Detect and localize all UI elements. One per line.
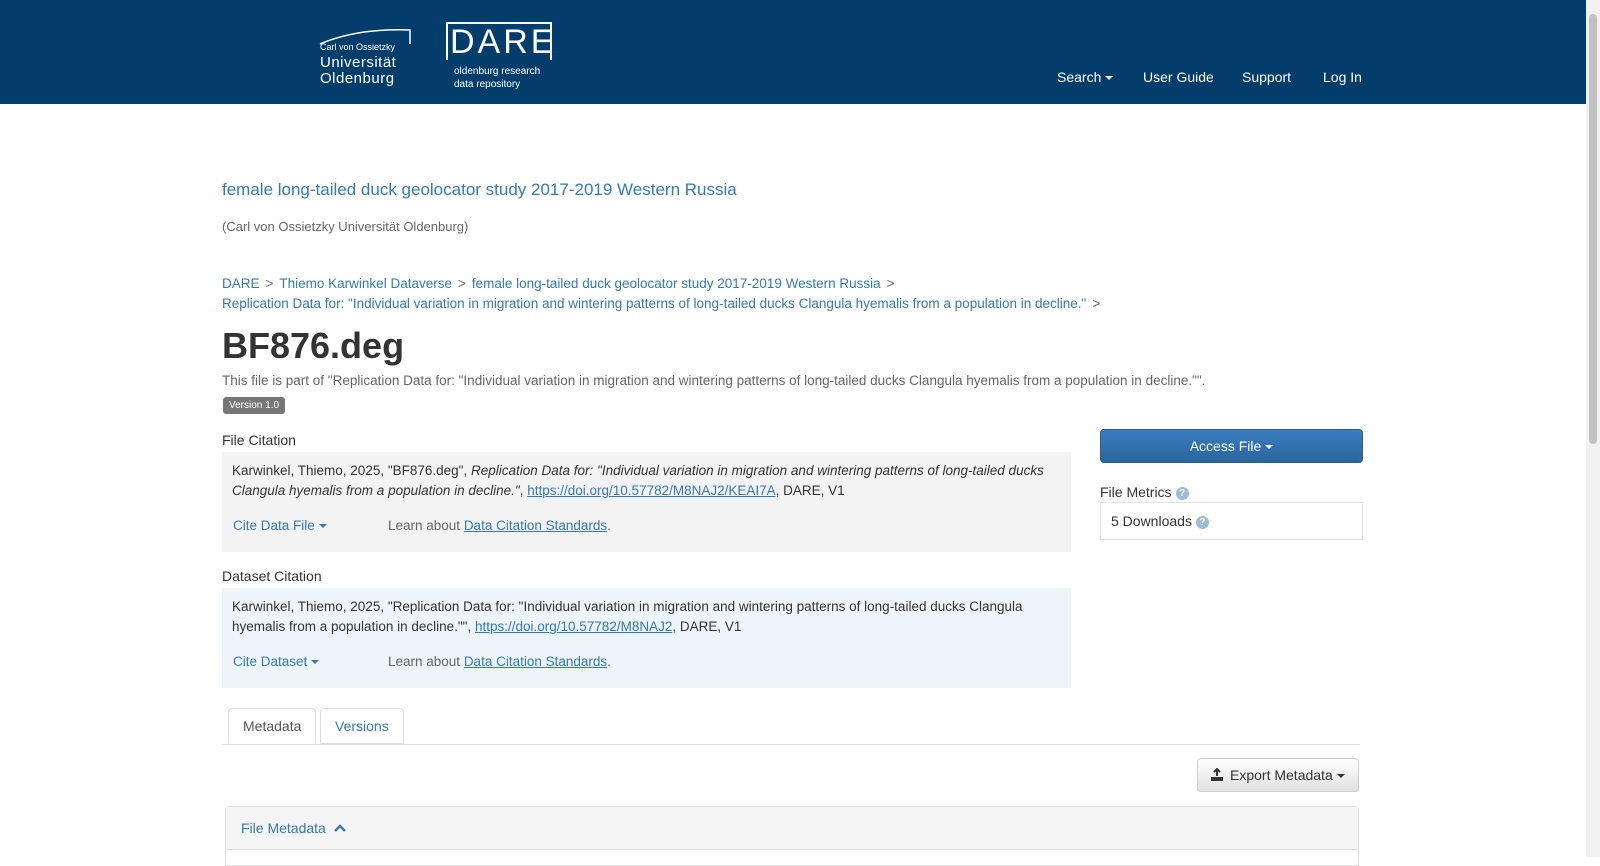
caret-down-icon <box>318 524 327 529</box>
nav-search-label: Search <box>1057 69 1102 85</box>
data-citation-standards-link[interactable]: Data Citation Standards <box>464 654 607 669</box>
breadcrumb-separator: > <box>1092 296 1101 311</box>
nav-search-dropdown[interactable]: Search <box>1057 69 1114 85</box>
dare-logo[interactable]: DARE oldenburg research data repository <box>446 22 566 92</box>
help-icon[interactable]: ? <box>1175 487 1189 500</box>
export-icon <box>1211 767 1223 781</box>
dare-logo-sub1: oldenburg research <box>454 66 541 77</box>
file-citation-box: Karwinkel, Thiemo, 2025, "BF876.deg", Re… <box>222 452 1071 552</box>
learn-about-end: . <box>607 654 611 669</box>
cite-dataset-dropdown[interactable]: Cite Dataset <box>233 654 320 669</box>
dare-logo-word: DARE <box>450 23 557 61</box>
breadcrumb-item-dataset[interactable]: Replication Data for: "Individual variat… <box>222 296 1086 311</box>
university-logo[interactable]: Carl von Ossietzky Universität Oldenburg <box>318 26 414 87</box>
page-title: BF876.deg <box>222 325 405 366</box>
chevron-up-icon <box>333 824 346 832</box>
file-citation-suffix: , DARE, V1 <box>775 483 845 498</box>
file-citation-heading: File Citation <box>222 432 296 448</box>
uni-logo-line3: Oldenburg <box>320 70 395 87</box>
navbar: Carl von Ossietzky Universität Oldenburg… <box>0 0 1586 104</box>
nav-login[interactable]: Log In <box>1323 69 1362 85</box>
cite-data-file-label: Cite Data File <box>233 518 315 533</box>
caret-down-icon <box>1265 445 1274 450</box>
dataverse-affiliation: (Carl von Ossietzky Universität Oldenbur… <box>222 219 469 234</box>
cite-data-file-dropdown[interactable]: Cite Data File <box>233 518 327 533</box>
learn-about-text: Learn about <box>388 654 464 669</box>
nav-support[interactable]: Support <box>1242 69 1291 85</box>
caret-down-icon <box>1105 76 1114 81</box>
file-learn-citation: Learn about Data Citation Standards. <box>388 518 611 533</box>
uni-logo-line2: Universität <box>320 54 397 71</box>
dataset-learn-citation: Learn about Data Citation Standards. <box>388 654 611 669</box>
dataverse-title-link[interactable]: female long-tailed duck geolocator study… <box>222 180 737 200</box>
caret-down-icon <box>311 660 320 665</box>
file-metrics-label: File Metrics <box>1100 484 1172 500</box>
dare-logo-sub2: data repository <box>454 79 521 90</box>
breadcrumb-separator: > <box>886 276 895 291</box>
learn-about-text: Learn about <box>388 518 464 533</box>
dataset-citation-doi-link[interactable]: https://doi.org/10.57782/M8NAJ2 <box>475 619 672 634</box>
file-metadata-toggle[interactable]: File Metadata <box>226 807 1358 850</box>
caret-down-icon <box>1336 774 1345 779</box>
export-metadata-button[interactable]: Export Metadata <box>1197 758 1359 792</box>
help-icon[interactable]: ? <box>1195 516 1209 529</box>
learn-about-end: . <box>607 518 611 533</box>
access-file-label: Access File <box>1189 438 1262 454</box>
file-part-of-text: This file is part of "Replication Data f… <box>222 373 1206 388</box>
downloads-count: 5 Downloads <box>1111 513 1192 529</box>
dataset-citation-box: Karwinkel, Thiemo, 2025, "Replication Da… <box>222 588 1071 688</box>
dataset-citation-heading: Dataset Citation <box>222 568 322 584</box>
uni-logo-line1: Carl von Ossietzky <box>320 42 396 52</box>
export-metadata-label: Export Metadata <box>1230 767 1333 783</box>
file-metrics-heading: File Metrics? <box>1100 484 1189 500</box>
tab-metadata[interactable]: Metadata <box>228 708 317 744</box>
tab-versions[interactable]: Versions <box>320 708 404 744</box>
breadcrumb-item-dare[interactable]: DARE <box>222 276 260 291</box>
file-tabs: Metadata Versions <box>222 708 1360 745</box>
version-badge: Version 1.0 <box>223 397 286 414</box>
file-citation-prefix: Karwinkel, Thiemo, 2025, "BF876.deg", <box>232 463 471 478</box>
breadcrumb: DARE > Thiemo Karwinkel Dataverse > female l… <box>222 274 1362 314</box>
dataset-citation-suffix: , DARE, V1 <box>672 619 742 634</box>
breadcrumb-item-study-dataverse[interactable]: female long-tailed duck geolocator study… <box>472 276 881 291</box>
file-metadata-title: File Metadata <box>241 820 326 836</box>
nav-user-guide[interactable]: User Guide <box>1143 69 1214 85</box>
data-citation-standards-link[interactable]: Data Citation Standards <box>464 518 607 533</box>
breadcrumb-item-user-dataverse[interactable]: Thiemo Karwinkel Dataverse <box>279 276 452 291</box>
breadcrumb-separator: > <box>457 276 466 291</box>
file-citation-doi-link[interactable]: https://doi.org/10.57782/M8NAJ2/KEAI7A <box>527 483 775 498</box>
breadcrumb-separator: > <box>265 276 274 291</box>
downloads-metric: 5 Downloads? <box>1100 502 1363 540</box>
scrollbar-thumb[interactable] <box>1589 14 1597 444</box>
page-scrollbar[interactable] <box>1586 0 1600 857</box>
access-file-button[interactable]: Access File <box>1100 429 1363 463</box>
file-metadata-panel: File Metadata <box>225 806 1359 866</box>
cite-dataset-label: Cite Dataset <box>233 654 308 669</box>
